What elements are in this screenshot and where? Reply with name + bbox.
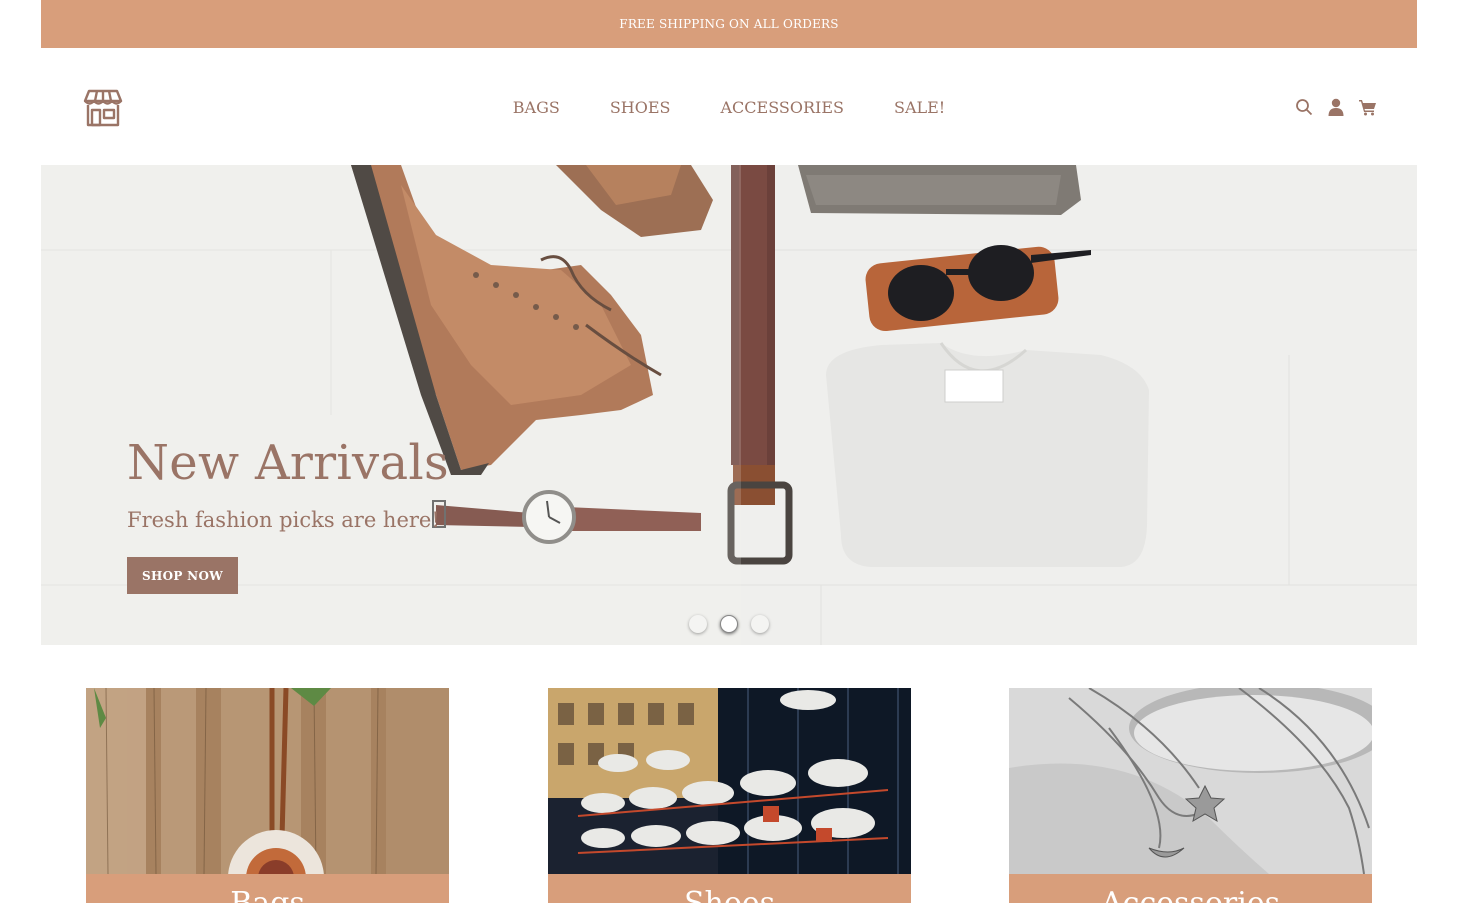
cart-icon[interactable] (1359, 98, 1377, 116)
category-card-shoes[interactable]: Shoes (548, 688, 911, 903)
announcement-bar: FREE SHIPPING ON ALL ORDERS (41, 0, 1417, 48)
slider-dots (689, 615, 769, 633)
hero-slider: New Arrivals Fresh fashion picks are her… (41, 165, 1417, 645)
category-label-bags: Bags (86, 874, 449, 903)
category-label-shoes: Shoes (548, 874, 911, 903)
nav-shoes[interactable]: SHOES (610, 98, 671, 117)
shop-now-button[interactable]: SHOP NOW (127, 557, 238, 594)
hero-image (41, 165, 1417, 645)
category-card-accessories[interactable]: Accessories (1009, 688, 1372, 903)
nav-sale[interactable]: SALE! (894, 98, 945, 117)
category-image-bags (86, 688, 449, 874)
header-actions (1295, 98, 1377, 116)
slider-dot-3[interactable] (751, 615, 769, 633)
hero-subtitle: Fresh fashion picks are here! (127, 508, 440, 532)
main-nav: BAGS SHOES ACCESSORIES SALE! (41, 98, 1417, 117)
nav-accessories[interactable]: ACCESSORIES (721, 98, 844, 117)
slider-dot-2[interactable] (720, 615, 738, 633)
announcement-text: FREE SHIPPING ON ALL ORDERS (619, 17, 839, 31)
category-image-accessories (1009, 688, 1372, 874)
site-header: BAGS SHOES ACCESSORIES SALE! (41, 48, 1417, 165)
slider-dot-1[interactable] (689, 615, 707, 633)
category-label-accessories: Accessories (1009, 874, 1372, 903)
search-icon[interactable] (1295, 98, 1313, 116)
category-image-shoes (548, 688, 911, 874)
category-card-bags[interactable]: Bags (86, 688, 449, 903)
hero-title: New Arrivals (127, 435, 449, 491)
nav-bags[interactable]: BAGS (513, 98, 560, 117)
user-icon[interactable] (1327, 98, 1345, 116)
